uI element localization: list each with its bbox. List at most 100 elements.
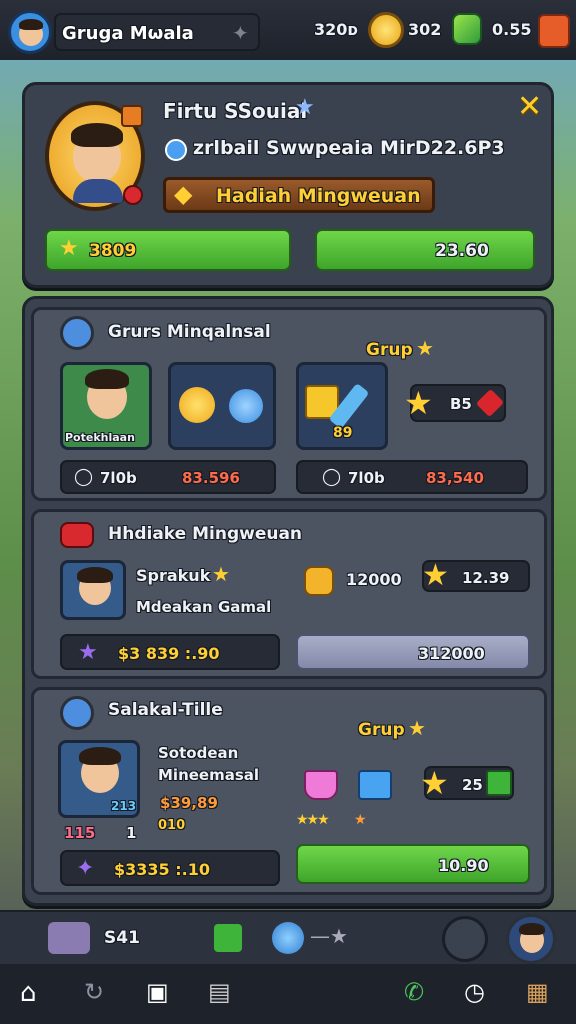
hint-button[interactable] (442, 916, 488, 962)
edit-badge-icon[interactable] (121, 105, 143, 127)
social-star-badge-icon: ✦ (76, 856, 95, 881)
reward-star-icon: ★ (422, 558, 449, 593)
green-cube-icon (486, 770, 512, 796)
edit-icon[interactable]: ✦ (232, 21, 249, 45)
profile-right-value: 23.60 (435, 241, 489, 261)
gem-icon (452, 13, 482, 45)
phone-icon[interactable]: ✆ (404, 978, 424, 1006)
social-grup-label: Grup (358, 720, 405, 740)
heart-badge-icon (123, 185, 143, 205)
profile-title: Firtu SSouial (163, 99, 308, 123)
clock-icon: ◯ (322, 467, 342, 487)
profile-panel: Firtu SSouial ★ ✕ zrlbail Swwpeaia MirD2… (22, 82, 554, 288)
social-counter: 115 (64, 824, 96, 842)
social-counter2: 1 (126, 824, 137, 842)
profile-left-value: 3809 (89, 241, 137, 261)
clock-icon: ◯ (74, 467, 94, 487)
reward-icon: ◆ (174, 180, 193, 208)
profile-left-bar[interactable]: ★ 3809 (45, 229, 291, 271)
group-section: Grurs Minqalnsal Grup ★ Potekhlaan 89 ★ … (31, 307, 547, 501)
social-player-line2: Mineemasal (158, 766, 260, 784)
weekly-reward1: 12000 (346, 570, 402, 589)
group-icon (60, 316, 94, 350)
stat1-a: 7l0b (100, 469, 137, 487)
social-money: $39,89 (160, 794, 218, 812)
weekly-star-icon: ★ (212, 562, 230, 586)
weekly-reward2: 12.39 (462, 569, 510, 587)
profile-right-bar[interactable]: 23.60 (315, 229, 535, 271)
weekly-reward-button[interactable]: ◆ Hadiah Mingweuan (163, 177, 435, 213)
social-left-bar[interactable]: ✦ $3335 :.10 (60, 850, 280, 886)
mask-icon[interactable] (48, 922, 90, 954)
weekly-left-bar[interactable]: ★ $3 839 :.90 (60, 634, 280, 670)
arrow-star-icon: —★ (310, 924, 348, 948)
item-badge-value: 89 (333, 425, 353, 441)
weekly-right-bar[interactable]: 312000 (296, 634, 530, 670)
weekly-player-desc: Mdeakan Gamal (136, 598, 272, 616)
weekly-icon (60, 522, 94, 548)
currency3-value: 0.55 (492, 20, 532, 39)
social-player-line1: Sotodean (158, 744, 239, 762)
group-stat-1[interactable]: ◯ 7l0b 83.596 (60, 460, 276, 494)
currency2-value: 302 (408, 20, 442, 39)
stat2-b: 83,540 (426, 469, 484, 487)
rating-stars-2-icon: ★ (354, 812, 367, 828)
player-avatar[interactable] (8, 10, 52, 54)
player-name-box[interactable]: Grugа Mωala ✦ (54, 13, 260, 51)
group-title: Grurs Minqalnsal (108, 322, 271, 342)
gear-icon (229, 389, 263, 423)
stat2-a: 7l0b (348, 469, 385, 487)
social-reward-star-icon: ★ (420, 764, 449, 802)
weekly-reward2-box[interactable]: ★ 12.39 (422, 558, 530, 593)
cup-icon (304, 770, 338, 800)
rating-stars-icon: ★★★ (296, 812, 330, 828)
friend-avatar-button[interactable] (506, 914, 556, 964)
chest-icon[interactable]: ▦ (526, 978, 549, 1006)
profile-subtitle: zrlbail Swwpeaia MirD22.6P3 (193, 137, 505, 159)
member-caption: Potekhlaan (65, 431, 135, 444)
social-reward-count: 25 (462, 776, 483, 794)
home-icon[interactable]: ⌂ (20, 978, 37, 1008)
timer-icon[interactable]: ◷ (464, 978, 485, 1006)
social-title: Salakal-Tille (108, 700, 223, 720)
bag-icon[interactable]: ▣ (146, 978, 169, 1006)
info-icon (165, 139, 187, 161)
weekly-reward-label: Hadiah Mingweuan (216, 185, 421, 207)
gem-value: B5 (450, 395, 472, 413)
main-panel: Grurs Minqalnsal Grup ★ Potekhlaan 89 ★ … (22, 296, 554, 906)
social-right-bar[interactable]: 10.90 (296, 844, 530, 884)
close-button[interactable]: ✕ (517, 89, 542, 124)
group-gift-tile[interactable]: 89 (296, 362, 388, 450)
top-bar: Grugа Mωala ✦ 320ᴅ 302 0.55 (0, 0, 576, 60)
social-right-value: 10.90 (438, 856, 489, 875)
weekly-player-avatar[interactable] (60, 560, 126, 620)
footer-value: S41 (104, 928, 140, 948)
bottom-nav: ⌂ ↻ ▣ ▤ ✆ ◷ ▦ (0, 964, 576, 1024)
weekly-player-name: Sprakuk (136, 566, 211, 585)
star-icon: ★ (295, 95, 315, 120)
add-currency-button[interactable] (538, 14, 570, 48)
currency1-value: 320ᴅ (314, 20, 359, 39)
weekly-star-badge-icon: ★ (78, 640, 98, 665)
group-stat-2[interactable]: ◯ 7l0b 83,540 (296, 460, 528, 494)
weekly-title: Hhdiake Mingweuan (108, 524, 303, 544)
social-section: Salakal-Tille Grup ★ 213 115 1 Sotodean … (31, 687, 547, 895)
box-icon (358, 770, 392, 800)
social-grup-star-icon: ★ (408, 716, 426, 740)
group-items-tile[interactable] (168, 362, 276, 450)
refresh-icon[interactable]: ↻ (84, 978, 104, 1006)
weekly-section: Hhdiake Mingweuan Sprakuk ★ Mdeakan Gama… (31, 509, 547, 679)
map-icon[interactable] (214, 924, 242, 952)
social-reward-box[interactable]: ★ 25 (420, 764, 514, 802)
weekly-right-value: 312000 (418, 644, 485, 663)
footer-strip: S41 —★ (0, 910, 576, 964)
group-gem-tile[interactable]: ★ B5 (404, 384, 506, 422)
sun-icon (179, 387, 215, 423)
globe-icon[interactable] (272, 922, 304, 954)
group-grup-label: Grup (366, 340, 413, 360)
player-name: Grugа Mωala (62, 23, 194, 44)
book-icon[interactable]: ▤ (208, 978, 231, 1006)
group-member-card[interactable]: Potekhlaan (60, 362, 152, 450)
social-small-value: 010 (158, 818, 186, 833)
social-player-avatar[interactable]: 213 (58, 740, 140, 818)
